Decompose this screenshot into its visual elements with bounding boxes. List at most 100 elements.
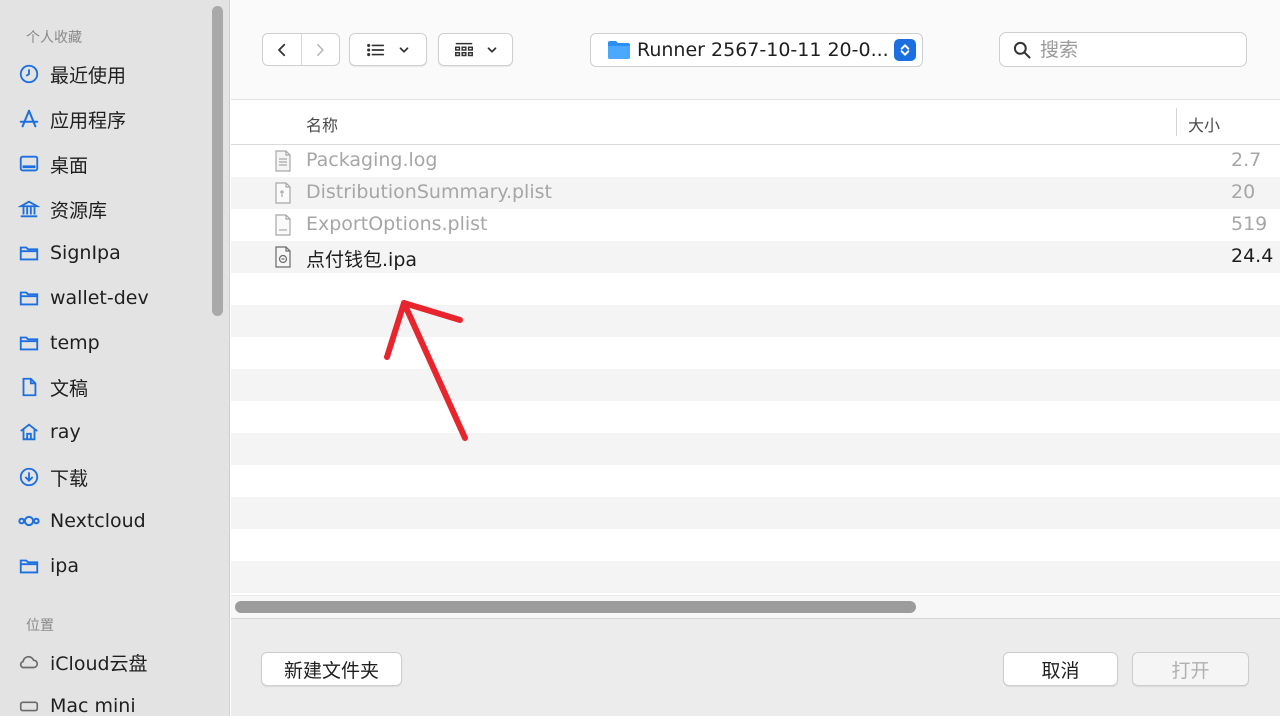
column-header-name[interactable]: 名称 [306,112,338,136]
document-icon [16,374,42,400]
chevron-down-icon [399,46,409,53]
ipa-file-icon [275,246,291,268]
chevron-down-icon [487,46,496,53]
computer-icon [16,693,42,716]
list-view-button[interactable] [349,33,427,66]
sidebar-item-label: temp [50,332,100,354]
column-header-size[interactable]: 大小 [1188,112,1220,136]
sidebar-item-label: Nextcloud [50,510,146,532]
sidebar-item-recents[interactable]: 最近使用 [16,56,212,92]
chevron-right-icon [317,43,324,56]
sidebar-item-label: ipa [50,555,79,577]
plist-file-icon [275,182,291,204]
sidebar-item-label: 应用程序 [50,109,127,132]
file-size: 20 [1231,181,1256,203]
file-row[interactable]: DistributionSummary.plist 20 [231,177,1280,209]
sidebar-section-favorites: 个人收藏 [26,30,82,46]
sidebar-item-label: iCloud云盘 [50,652,148,675]
list-header: 名称 大小 [231,100,1280,145]
chevron-left-icon [277,43,285,56]
empty-row [231,497,1280,529]
sidebar-item-label: wallet-dev [50,287,149,309]
horizontal-scrollbar[interactable] [231,595,1280,618]
new-folder-button[interactable]: 新建文件夹 [261,652,402,686]
plist-file-icon [275,214,291,236]
file-name: Packaging.log [306,149,438,171]
sidebar-item-library[interactable]: 资源库 [16,191,212,227]
nextcloud-icon [16,508,42,534]
home-icon [16,419,42,445]
log-file-icon [275,150,291,172]
search-input[interactable] [1040,38,1230,61]
toolbar: Runner 2567-10-11 20-0... [231,0,1280,100]
file-list: 名称 大小 Packaging.log 2.7 DistributionSumm… [231,100,1280,618]
file-name: ExportOptions.plist [306,213,488,235]
sidebar-item-ipa[interactable]: ipa [16,548,212,584]
file-size: 24.4 [1231,245,1274,267]
sidebar-item-documents[interactable]: 文稿 [16,369,212,405]
sidebar-item-label: 桌面 [50,154,89,177]
folder-icon [16,330,42,356]
sidebar-item-home[interactable]: ray [16,414,212,450]
empty-row [231,529,1280,561]
empty-row [231,465,1280,497]
file-row[interactable]: ExportOptions.plist 519 [231,209,1280,241]
sidebar-item-wallet-dev[interactable]: wallet-dev [16,280,212,316]
file-name: DistributionSummary.plist [306,181,552,203]
column-divider[interactable] [1176,108,1177,136]
folder-icon [16,240,42,266]
clock-icon [16,61,42,87]
library-icon [16,196,42,222]
empty-row [231,305,1280,337]
group-view-button[interactable] [438,33,513,66]
file-row[interactable]: Packaging.log 2.7 [231,145,1280,177]
sidebar-item-downloads[interactable]: 下载 [16,459,212,495]
grid-view-icon [454,42,473,56]
sidebar-item-temp[interactable]: temp [16,325,212,361]
folder-icon [16,553,42,579]
navigation-buttons [262,33,340,66]
path-popup[interactable]: Runner 2567-10-11 20-0... [590,33,923,67]
sidebar-item-icloud[interactable]: iCloud云盘 [16,644,212,680]
sidebar-item-applications[interactable]: 应用程序 [16,101,212,137]
forward-button[interactable] [300,34,340,65]
sidebar-item-label: Mac mini [50,695,136,716]
sidebar-item-label: ray [50,421,81,443]
empty-row [231,337,1280,369]
search-field[interactable] [999,32,1247,67]
empty-row [231,433,1280,465]
sidebar: 个人收藏 最近使用 应用程序 桌面 资源库 SignIpa wallet-dev… [0,0,230,716]
list-view-icon [367,43,385,56]
sidebar-item-signipa[interactable]: SignIpa [16,235,212,271]
sidebar-item-label: 文稿 [50,377,89,400]
empty-row [231,561,1280,593]
dialog-footer: 新建文件夹 取消 打开 [231,618,1280,716]
path-label: Runner 2567-10-11 20-0... [637,39,889,61]
file-name: 点付钱包.ipa [306,249,418,271]
search-icon [1013,41,1031,58]
cancel-button[interactable]: 取消 [1003,652,1118,686]
file-row-selectable[interactable]: 点付钱包.ipa 24.4 [231,241,1280,273]
sidebar-item-label: 最近使用 [50,64,127,87]
sidebar-item-label: SignIpa [50,242,121,264]
horizontal-scrollbar-thumb[interactable] [235,601,916,613]
sidebar-scrollbar[interactable] [212,6,223,316]
sidebar-item-mac-mini[interactable]: Mac mini [16,688,212,716]
sidebar-item-nextcloud[interactable]: Nextcloud [16,503,212,539]
empty-row [231,369,1280,401]
desktop-icon [16,151,42,177]
sidebar-item-desktop[interactable]: 桌面 [16,146,212,182]
back-button[interactable] [263,34,301,65]
folder-icon [607,40,631,60]
folder-icon [16,285,42,311]
file-size: 2.7 [1231,149,1262,171]
sidebar-item-label: 资源库 [50,199,108,222]
empty-row [231,401,1280,433]
sidebar-item-label: 下载 [50,467,89,490]
open-button[interactable]: 打开 [1132,652,1249,686]
download-icon [16,464,42,490]
file-size: 519 [1231,213,1268,235]
sidebar-section-locations: 位置 [26,618,54,634]
empty-row [231,273,1280,305]
up-down-arrows-icon [894,39,916,61]
